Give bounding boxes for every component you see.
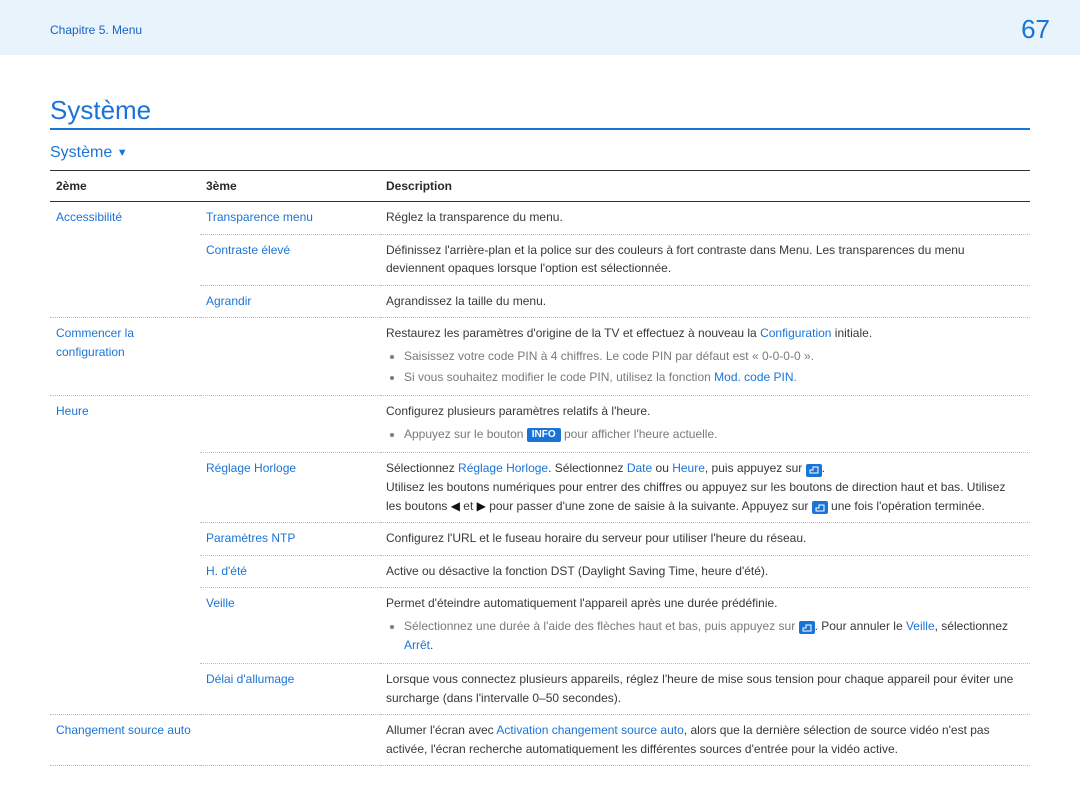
cell-level1 — [50, 588, 200, 664]
enter-button-icon — [812, 501, 828, 514]
inline-link: Configuration — [760, 326, 831, 340]
cell-level1: Accessibilité — [50, 202, 200, 235]
cell-level2: Réglage Horloge — [200, 453, 380, 523]
cell-level1 — [50, 555, 200, 588]
table-row: Agrandir Agrandissez la taille du menu. — [50, 285, 1030, 318]
cell-description: Définissez l'arrière-plan et la police s… — [380, 234, 1030, 285]
desc-text: , puis appuyez sur — [705, 461, 806, 475]
inline-link: Date — [627, 461, 652, 475]
list-item: Appuyez sur le bouton INFO pour afficher… — [404, 425, 1024, 444]
subtitle-text: Système — [50, 144, 112, 161]
cell-description: Allumer l'écran avec Activation changeme… — [380, 715, 1030, 766]
table-row: Accessibilité Transparence menu Réglez l… — [50, 202, 1030, 235]
page-content: Système Système ▼ 2ème 3ème Description … — [0, 55, 1080, 806]
cell-level1 — [50, 523, 200, 556]
list-item: Saisissez votre code PIN à 4 chiffres. L… — [404, 347, 1024, 366]
table-row: Paramètres NTP Configurez l'URL et le fu… — [50, 523, 1030, 556]
desc-text: . Sélectionnez — [548, 461, 627, 475]
cell-description: Réglez la transparence du menu. — [380, 202, 1030, 235]
inline-link: Heure — [672, 461, 705, 475]
note-list: Saisissez votre code PIN à 4 chiffres. L… — [386, 347, 1024, 386]
note-list: Appuyez sur le bouton INFO pour afficher… — [386, 425, 1024, 444]
desc-text: Permet d'éteindre automatiquement l'appa… — [386, 596, 778, 610]
table-row: Veille Permet d'éteindre automatiquement… — [50, 588, 1030, 664]
note-text: pour afficher l'heure actuelle. — [561, 427, 718, 441]
cell-description: Restaurez les paramètres d'origine de la… — [380, 318, 1030, 396]
table-row: H. d'été Active ou désactive la fonction… — [50, 555, 1030, 588]
cell-level2: Transparence menu — [200, 202, 380, 235]
table-header-row: 2ème 3ème Description — [50, 171, 1030, 202]
info-pill-icon: INFO — [527, 428, 561, 442]
cell-level2: Paramètres NTP — [200, 523, 380, 556]
table-row: Contraste élevé Définissez l'arrière-pla… — [50, 234, 1030, 285]
note-text: . Pour annuler le — [815, 619, 906, 633]
desc-text: pour passer d'une zone de saisie à la su… — [486, 499, 812, 513]
desc-text: une fois l'opération terminée. — [828, 499, 985, 513]
list-item: Si vous souhaitez modifier le code PIN, … — [404, 368, 1024, 387]
note-text: Appuyez sur le bouton — [404, 427, 527, 441]
desc-text: initiale. — [831, 326, 872, 340]
note-list: Sélectionnez une durée à l'aide des flèc… — [386, 617, 1024, 654]
cell-level2 — [200, 715, 380, 766]
inline-link: Arrêt — [404, 638, 430, 652]
cell-level2: H. d'été — [200, 555, 380, 588]
desc-text: Sélectionnez — [386, 461, 458, 475]
cell-level2: Contraste élevé — [200, 234, 380, 285]
desc-text: ou — [652, 461, 672, 475]
note-text: Sélectionnez une durée à l'aide des flèc… — [404, 619, 799, 633]
cell-level1 — [50, 234, 200, 285]
cell-level2 — [200, 318, 380, 396]
cell-description: Sélectionnez Réglage Horloge. Sélectionn… — [380, 453, 1030, 523]
list-item: Sélectionnez une durée à l'aide des flèc… — [404, 617, 1024, 654]
header-col-3: Description — [380, 171, 1030, 202]
table-row: Heure Configurez plusieurs paramètres re… — [50, 396, 1030, 453]
cell-description: Configurez plusieurs paramètres relatifs… — [380, 396, 1030, 453]
desc-text: et — [460, 499, 477, 513]
desc-text: Restaurez les paramètres d'origine de la… — [386, 326, 760, 340]
arrow-left-icon: ◀ — [451, 499, 460, 513]
cell-level2: Agrandir — [200, 285, 380, 318]
desc-text: . — [822, 461, 825, 475]
table-row: Réglage Horloge Sélectionnez Réglage Hor… — [50, 453, 1030, 523]
inline-link: Activation changement source auto — [496, 723, 683, 737]
inline-link: Mod. code PIN — [714, 370, 793, 384]
page-number: 67 — [1021, 14, 1050, 45]
page-header: Chapitre 5. Menu 67 — [0, 0, 1080, 55]
note-text: . — [430, 638, 433, 652]
cell-description: Active ou désactive la fonction DST (Day… — [380, 555, 1030, 588]
dropdown-triangle-icon: ▼ — [117, 147, 128, 159]
cell-level2: Délai d'allumage — [200, 664, 380, 715]
cell-level2 — [200, 396, 380, 453]
settings-table: 2ème 3ème Description Accessibilité Tran… — [50, 170, 1030, 766]
note-text: Si vous souhaitez modifier le code PIN, … — [404, 370, 714, 384]
table-row: Délai d'allumage Lorsque vous connectez … — [50, 664, 1030, 715]
table-row: Commencer la configuration Restaurez les… — [50, 318, 1030, 396]
cell-level1: Commencer la configuration — [50, 318, 200, 396]
enter-button-icon — [806, 464, 822, 477]
cell-level1 — [50, 664, 200, 715]
header-col-1: 2ème — [50, 171, 200, 202]
desc-text: Configurez plusieurs paramètres relatifs… — [386, 404, 650, 418]
arrow-right-icon: ▶ — [477, 499, 486, 513]
cell-description: Agrandissez la taille du menu. — [380, 285, 1030, 318]
cell-level1 — [50, 453, 200, 523]
header-col-2: 3ème — [200, 171, 380, 202]
breadcrumb: Chapitre 5. Menu — [50, 23, 142, 37]
page-title: Système — [50, 95, 1030, 130]
cell-description: Configurez l'URL et le fuseau horaire du… — [380, 523, 1030, 556]
table-row: Changement source auto Allumer l'écran a… — [50, 715, 1030, 766]
inline-link: Réglage Horloge — [458, 461, 548, 475]
cell-level1 — [50, 285, 200, 318]
cell-level2: Veille — [200, 588, 380, 664]
section-subtitle: Système ▼ — [50, 144, 1030, 162]
note-text: , sélectionnez — [935, 619, 1008, 633]
enter-button-icon — [799, 621, 815, 634]
cell-description: Permet d'éteindre automatiquement l'appa… — [380, 588, 1030, 664]
cell-level1: Changement source auto — [50, 715, 200, 766]
note-text: . — [794, 370, 797, 384]
inline-link: Veille — [906, 619, 935, 633]
cell-level1: Heure — [50, 396, 200, 453]
cell-description: Lorsque vous connectez plusieurs apparei… — [380, 664, 1030, 715]
desc-text: Allumer l'écran avec — [386, 723, 496, 737]
